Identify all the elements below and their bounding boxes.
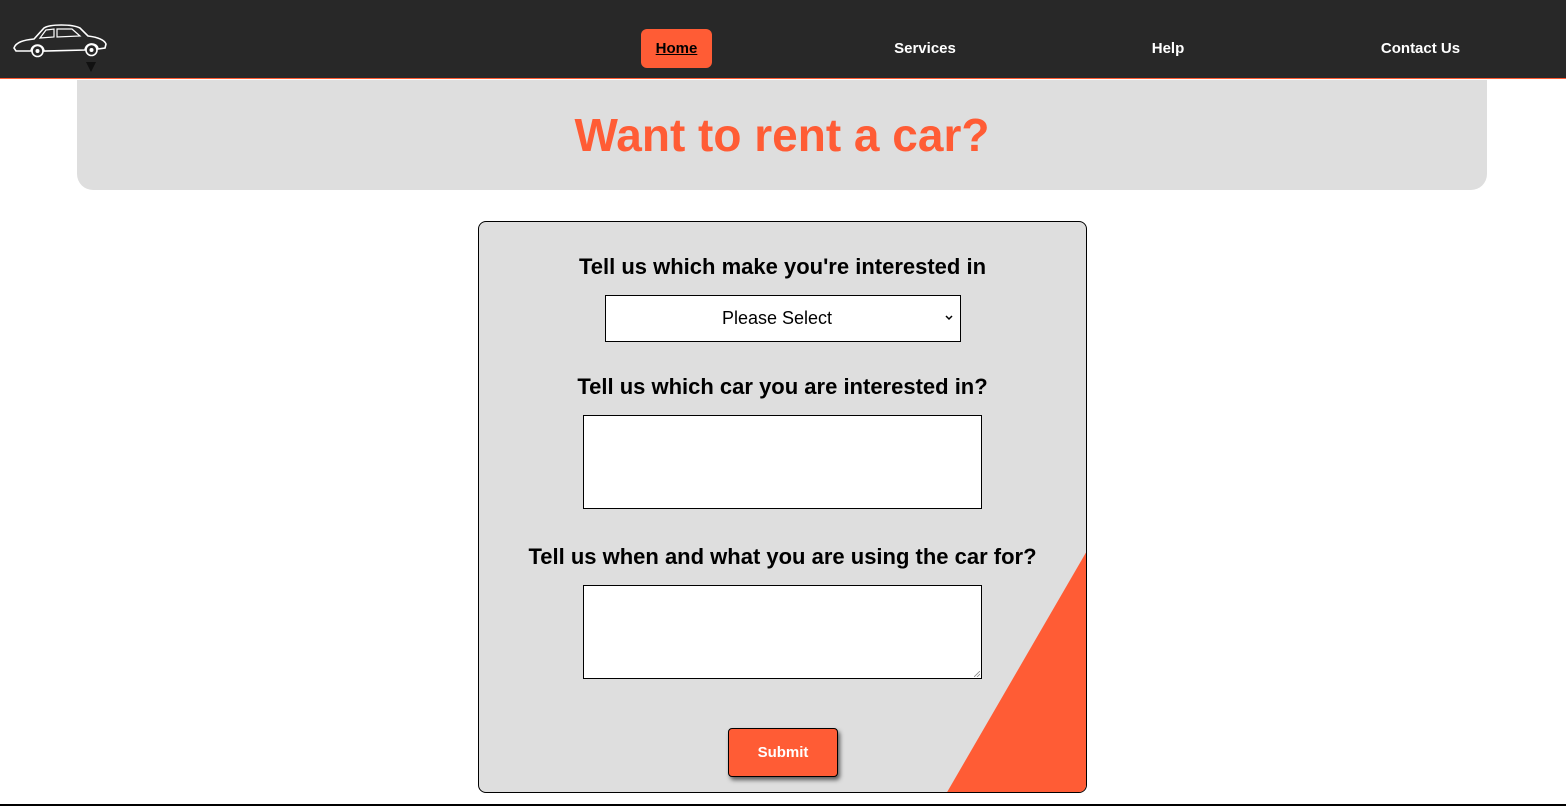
rental-form: Tell us which make you're interested in … [478,221,1087,793]
nav-home[interactable]: Home [641,29,712,68]
submit-button[interactable]: Submit [728,728,838,777]
resize-grip-icon[interactable] [974,671,980,677]
nav-help[interactable]: Help [1138,29,1198,68]
make-label: Tell us which make you're interested in [578,254,987,279]
make-select-value: Please Select [721,308,833,328]
make-select[interactable]: Please Select [605,295,961,342]
car-textarea[interactable] [583,415,982,509]
page-title: Want to rent a car? [574,109,990,161]
nav-services[interactable]: Services [870,29,980,68]
nav-contact-us[interactable]: Contact Us [1370,29,1471,68]
navbar: Home Services Help Contact Us [0,0,1566,79]
car-label: Tell us which car you are interested in? [577,374,988,399]
hero-banner: Want to rent a car? [77,80,1487,190]
car-logo-icon[interactable] [10,14,110,74]
chevron-down-icon [945,315,953,321]
usage-textarea[interactable] [583,585,982,679]
usage-label: Tell us when and what you are using the … [528,544,1037,569]
